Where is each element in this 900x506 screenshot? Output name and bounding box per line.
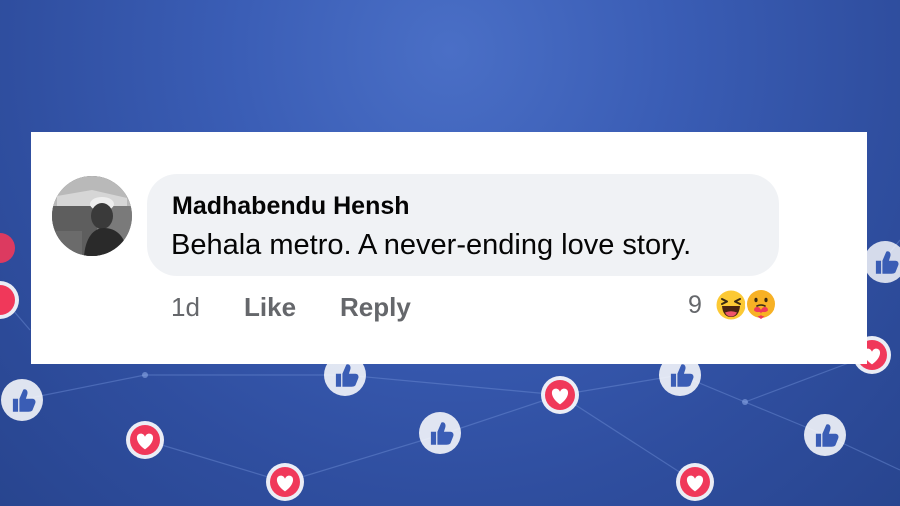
avatar-photo	[52, 176, 132, 256]
care-icon	[745, 289, 777, 321]
haha-icon	[715, 289, 747, 321]
comment-timestamp[interactable]: 1d	[171, 292, 200, 323]
reply-button[interactable]: Reply	[340, 292, 411, 323]
comment-card: Madhabendu Hensh Behala metro. A never-e…	[31, 132, 867, 364]
bg-like-icon	[1, 379, 43, 421]
comment-text: Behala metro. A never-ending love story.	[171, 229, 692, 261]
like-button[interactable]: Like	[244, 292, 296, 323]
comment-author[interactable]: Madhabendu Hensh	[172, 192, 410, 221]
reaction-summary[interactable]: 9	[688, 288, 788, 322]
comment-bubble: Madhabendu Hensh Behala metro. A never-e…	[147, 174, 779, 276]
reaction-count: 9	[688, 291, 702, 319]
avatar[interactable]	[52, 176, 132, 256]
